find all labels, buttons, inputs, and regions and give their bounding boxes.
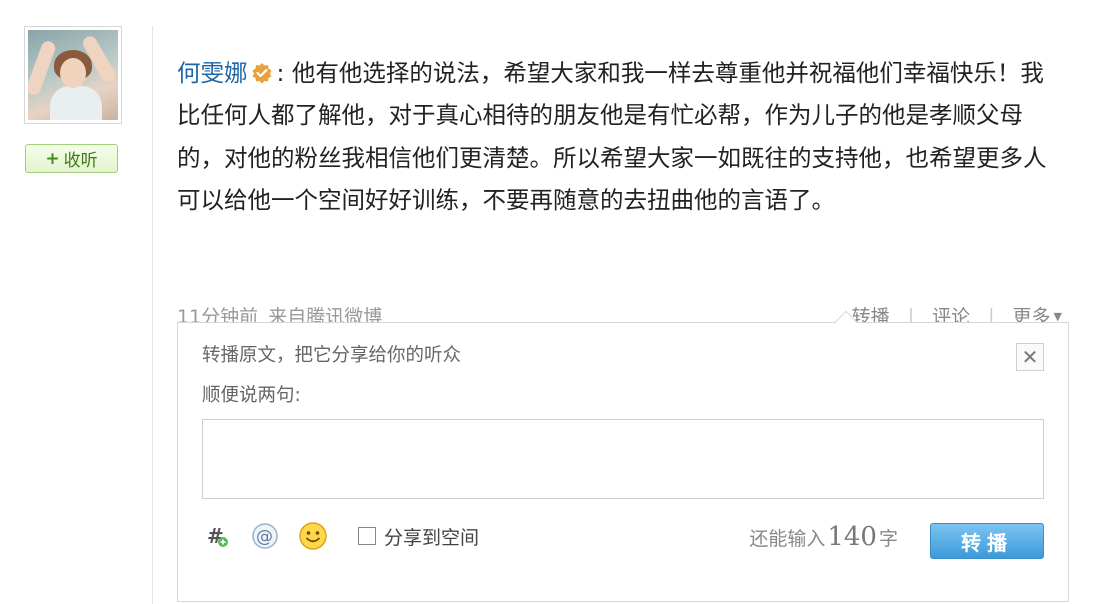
- post-text: 他有他选择的说法，希望大家和我一样去尊重他并祝福他们幸福快乐！我比任何人都了解他…: [177, 59, 1047, 215]
- username-link[interactable]: 何雯娜: [177, 59, 248, 87]
- follow-label: 收听: [63, 151, 98, 171]
- mention-icon[interactable]: @: [250, 521, 280, 551]
- counter-suffix: 字: [878, 528, 898, 550]
- close-icon: ✕: [1021, 345, 1039, 369]
- post-card: 何雯娜 : 他有他选择的说法，希望大家和我一样去尊重他并祝福他们幸福快乐！我比任…: [152, 26, 1092, 604]
- share-to-space-checkbox[interactable]: 分享到空间: [358, 523, 479, 550]
- repost-submit-label: 转播: [961, 530, 1013, 555]
- avatar-image: [28, 30, 118, 120]
- post-content: 何雯娜 : 他有他选择的说法，希望大家和我一样去尊重他并祝福他们幸福快乐！我比任…: [177, 52, 1067, 222]
- close-button[interactable]: ✕: [1016, 343, 1044, 371]
- repost-comment-input[interactable]: [202, 419, 1044, 499]
- svg-text:@: @: [256, 527, 273, 547]
- repost-toolbar: # @ 分享到空间: [202, 513, 1044, 559]
- repost-panel: 转播原文，把它分享给你的听众 顺便说两句: ✕ # @ 分享到空间 还能输入14…: [177, 310, 1069, 602]
- counter-value: 140: [827, 522, 877, 552]
- share-to-space-label: 分享到空间: [384, 526, 480, 549]
- follow-button[interactable]: + 收听: [25, 144, 118, 173]
- verified-icon: [252, 63, 271, 84]
- repost-title: 转播原文，把它分享给你的听众: [202, 345, 462, 366]
- counter-prefix: 还能输入: [749, 528, 826, 550]
- repost-submit-button[interactable]: 转播: [930, 523, 1044, 559]
- plus-icon: +: [45, 148, 60, 169]
- repost-hint: 顺便说两句:: [202, 385, 301, 406]
- char-counter: 还能输入140 字: [749, 522, 898, 552]
- avatar[interactable]: [24, 26, 122, 124]
- emoji-icon[interactable]: [298, 521, 328, 551]
- checkbox-icon[interactable]: [358, 527, 376, 545]
- topic-icon[interactable]: #: [202, 521, 232, 551]
